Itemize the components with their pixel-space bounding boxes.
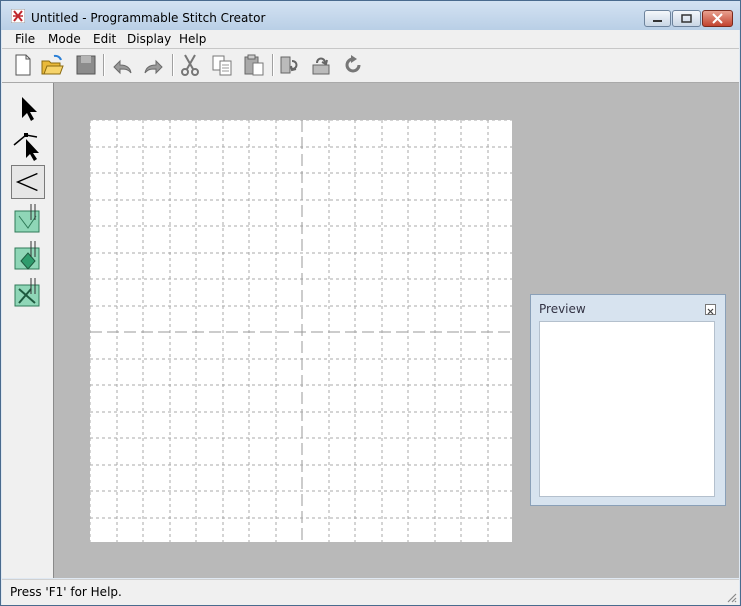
menu-edit[interactable]: Edit [93, 32, 116, 46]
preview-close-button[interactable] [705, 304, 716, 315]
window-title: Untitled - Programmable Stitch Creator [31, 11, 266, 25]
toolbar-separator [272, 54, 274, 76]
new-icon[interactable] [11, 53, 35, 77]
menu-file[interactable]: File [15, 32, 35, 46]
open-icon[interactable] [40, 53, 64, 77]
menu-display[interactable]: Display [127, 32, 171, 46]
maximize-button[interactable] [672, 10, 701, 27]
menu-help[interactable]: Help [179, 32, 206, 46]
rotate-icon[interactable] [341, 53, 365, 77]
menu-bar: File Mode Edit Display Help [2, 30, 739, 49]
preview-area [539, 321, 715, 497]
point-select-icon[interactable] [11, 128, 45, 162]
save-icon[interactable] [74, 53, 98, 77]
stitch-tool-2-icon[interactable] [11, 239, 45, 273]
status-text: Press 'F1' for Help. [10, 585, 122, 599]
stitch-grid-canvas[interactable] [90, 120, 512, 542]
stitch-tool-3-icon[interactable] [11, 276, 45, 310]
maximize-icon [681, 14, 692, 23]
toolbar [2, 49, 739, 83]
close-icon [712, 13, 723, 24]
resize-grip-icon[interactable] [725, 591, 737, 603]
close-button[interactable] [702, 10, 733, 27]
preview-panel: Preview [530, 294, 726, 506]
redo-icon[interactable] [142, 53, 166, 77]
app-icon [11, 9, 25, 23]
copy-icon[interactable] [210, 53, 234, 77]
flip-horizontal-icon[interactable] [278, 53, 302, 77]
client-area: Preview [2, 83, 739, 578]
toolbar-separator [172, 54, 174, 76]
toolbar-separator [103, 54, 105, 76]
app-window: Untitled - Programmable Stitch Creator F… [0, 0, 741, 606]
menu-mode[interactable]: Mode [48, 32, 81, 46]
minimize-button[interactable] [644, 10, 671, 27]
status-bar: Press 'F1' for Help. [2, 579, 739, 605]
undo-icon[interactable] [110, 53, 134, 77]
stitch-tool-1-icon[interactable] [11, 202, 45, 236]
paste-icon[interactable] [242, 53, 266, 77]
cut-icon[interactable] [178, 53, 202, 77]
select-arrow-icon[interactable] [11, 91, 45, 125]
title-bar: Untitled - Programmable Stitch Creator [1, 1, 740, 30]
zigzag-stitch-icon[interactable] [11, 165, 45, 199]
preview-title: Preview [539, 302, 586, 316]
toolbox [2, 83, 54, 578]
flip-vertical-icon[interactable] [309, 53, 333, 77]
minimize-icon [653, 20, 662, 22]
close-icon [707, 308, 714, 315]
